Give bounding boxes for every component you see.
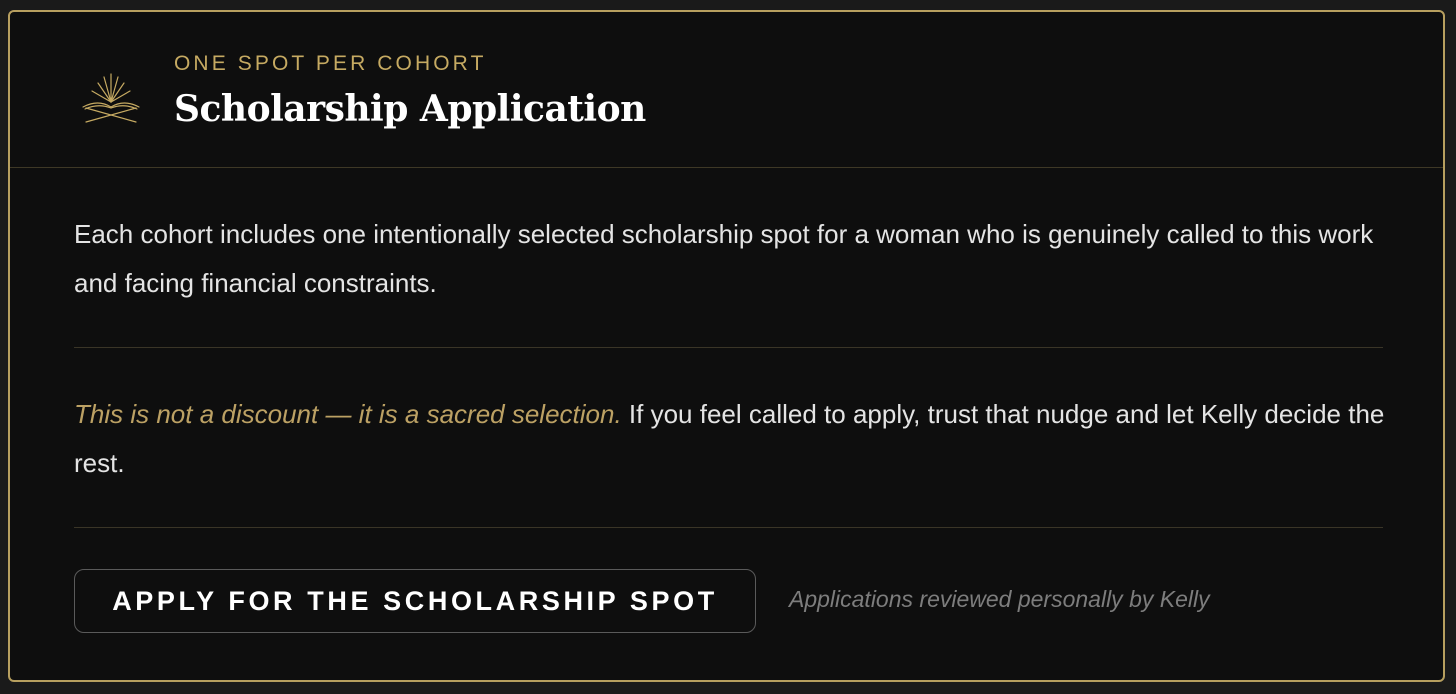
card-header: ONE SPOT PER COHORT Scholarship Applicat… [10, 12, 1443, 168]
selection-paragraph: This is not a discount — it is a sacred … [74, 390, 1394, 488]
apply-scholarship-button[interactable]: APPLY FOR THE SCHOLARSHIP SPOT [74, 569, 756, 633]
divider [74, 347, 1383, 348]
divider [74, 527, 1383, 528]
emphasis-text: This is not a discount — it is a sacred … [74, 399, 622, 429]
scholarship-card: ONE SPOT PER COHORT Scholarship Applicat… [8, 10, 1445, 682]
intro-paragraph: Each cohort includes one intentionally s… [74, 219, 1374, 298]
open-book-icon [82, 73, 140, 123]
page-title: Scholarship Application [174, 88, 646, 130]
section-eyebrow: ONE SPOT PER COHORT [174, 52, 487, 75]
review-note: Applications reviewed personally by Kell… [789, 586, 1210, 612]
